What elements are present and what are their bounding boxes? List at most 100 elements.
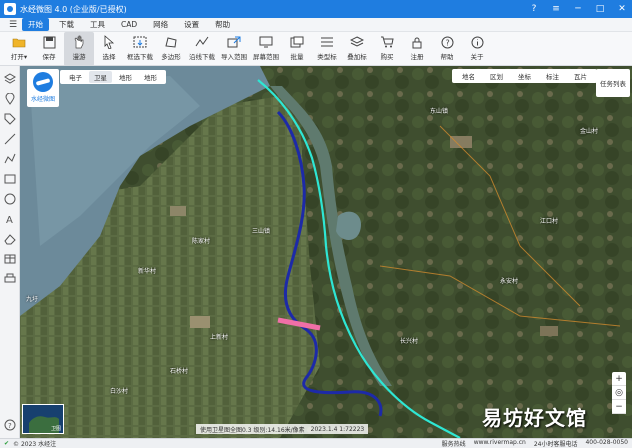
svg-text:?: ?	[8, 422, 12, 430]
zoom-in-button[interactable]: +	[612, 372, 626, 386]
type-button[interactable]: 类型标	[312, 32, 342, 66]
overlay-icon	[349, 35, 365, 49]
hamburger-icon[interactable]: ☰	[8, 20, 18, 30]
overlay-button[interactable]: 叠加标	[342, 32, 372, 66]
save-button[interactable]: 保存	[34, 32, 64, 66]
about-button[interactable]: 关于	[462, 32, 492, 66]
menu-download[interactable]: 下载	[53, 18, 80, 31]
import-icon	[226, 35, 242, 49]
menu-start[interactable]: 开始	[22, 18, 49, 31]
line-icon[interactable]	[3, 132, 17, 146]
rectangle-icon[interactable]	[3, 172, 17, 186]
maptype-electronic[interactable]: 电子	[64, 71, 87, 83]
folder-icon	[11, 35, 27, 49]
minimap-label: 卫图	[50, 426, 61, 432]
menu-settings[interactable]: 设置	[178, 18, 205, 31]
maptype-satellite[interactable]: 卫星	[89, 71, 112, 83]
place-label: 三山镇	[252, 228, 271, 235]
type-icon	[319, 35, 335, 49]
left-toolbar: A ?	[0, 66, 20, 438]
table-icon[interactable]	[3, 252, 17, 266]
place-label: 九圩	[26, 296, 39, 303]
scale-info: 使用卫星图全图0.3 级别:14.16米/像素 2023.1.4 1:72223	[196, 424, 369, 434]
help-icon: ?	[439, 35, 455, 49]
menu-help[interactable]: 帮助	[209, 18, 236, 31]
box-download-button[interactable]: 框选下载	[124, 32, 156, 66]
place-label: 上新村	[210, 334, 229, 341]
marker-icon[interactable]	[3, 92, 17, 106]
polyline-icon	[194, 35, 210, 49]
screen-range-label: 屏幕范围	[253, 53, 279, 61]
menu-tools[interactable]: 工具	[84, 18, 111, 31]
place-label: 白沙村	[110, 388, 129, 395]
tag-icon[interactable]	[3, 112, 17, 126]
maptype-terrain[interactable]: 地形	[114, 71, 137, 83]
polygon-button[interactable]: 多边形	[156, 32, 186, 66]
hand-icon	[71, 35, 87, 49]
type-label: 类型标	[317, 53, 337, 61]
watermark-text: 易坊好文馆	[482, 406, 587, 430]
select-button[interactable]: 选择	[94, 32, 124, 66]
import-range-button[interactable]: 导入范围	[218, 32, 250, 66]
maximize-icon[interactable]: □	[594, 4, 606, 14]
screen-range-button[interactable]: 屏幕范围	[250, 32, 282, 66]
logo-label: 水经微图	[30, 96, 55, 103]
menu-bar: ☰ 开始 下载 工具 CAD 网络 设置 帮助	[0, 18, 632, 32]
batch-button[interactable]: 批量	[282, 32, 312, 66]
coords-text: 2023.1.4 1:72223	[310, 425, 365, 433]
polyline-download-button[interactable]: 沿线下载	[186, 32, 218, 66]
layer-placenames[interactable]: 地名	[456, 70, 481, 82]
layer-coordinates[interactable]: 坐标	[512, 70, 537, 82]
eraser-icon[interactable]	[3, 232, 17, 246]
help-icon[interactable]: ?	[528, 4, 540, 14]
place-label: 江口村	[540, 218, 559, 225]
cart-icon	[379, 35, 395, 49]
maptype-relief[interactable]: 地形	[139, 71, 162, 83]
save-label: 保存	[42, 53, 56, 61]
polyline-download-label: 沿线下载	[189, 53, 215, 61]
map-type-switch: 电子 卫星 地形 地形	[60, 70, 166, 84]
place-label: 金山村	[580, 128, 599, 135]
place-label: 东山镇	[430, 108, 449, 115]
globe-icon	[33, 72, 53, 92]
box-download-label: 框选下载	[127, 53, 153, 61]
layer-switch: 地名 区划 坐标 标注 瓦片	[452, 69, 597, 83]
batch-label: 批量	[290, 53, 304, 61]
menu-cad[interactable]: CAD	[115, 19, 143, 30]
zoom-control: + ◎ −	[612, 372, 626, 414]
overlay-label: 叠加标	[347, 53, 367, 61]
window-controls: ? ≡ ─ □ ✕	[528, 4, 628, 14]
menu-icon[interactable]: ≡	[550, 4, 562, 14]
polygon-label: 多边形	[161, 53, 181, 61]
close-icon[interactable]: ✕	[616, 4, 628, 14]
overview-minimap[interactable]: 卫图	[22, 404, 64, 434]
polyline-draw-icon[interactable]	[3, 152, 17, 166]
register-button[interactable]: 注册	[402, 32, 432, 66]
layer-tiles[interactable]: 瓦片	[568, 70, 593, 82]
pan-label: 漫游	[72, 53, 86, 61]
layer-annotations[interactable]: 标注	[540, 70, 565, 82]
layers-icon[interactable]	[3, 72, 17, 86]
help-button[interactable]: ? 帮助	[432, 32, 462, 66]
open-button[interactable]: 打开▾	[4, 32, 34, 66]
print-icon[interactable]	[3, 272, 17, 286]
minimize-icon[interactable]: ─	[572, 4, 584, 14]
circle-icon[interactable]	[3, 192, 17, 206]
website-link[interactable]: www.rivermap.cn	[474, 439, 526, 448]
pan-button[interactable]: 漫游	[64, 32, 94, 66]
about-label: 关于	[470, 53, 484, 61]
task-list-button[interactable]: 任务列表	[596, 69, 630, 97]
zoom-out-button[interactable]: −	[612, 400, 626, 414]
app-logo: 水经微图	[27, 69, 59, 107]
menu-network[interactable]: 网络	[147, 18, 174, 31]
polygon-icon	[163, 35, 179, 49]
main-toolbar: 打开▾ 保存 漫游 选择 框选下载 多边形 沿线下载 导入范围 屏幕范围 批量 …	[0, 32, 632, 66]
layer-boundaries[interactable]: 区划	[484, 70, 509, 82]
question-icon[interactable]: ?	[3, 418, 17, 432]
text-icon[interactable]: A	[3, 212, 17, 226]
import-range-label: 导入范围	[221, 53, 247, 61]
buy-button[interactable]: 购买	[372, 32, 402, 66]
map-view[interactable]: 水经微图 电子 卫星 地形 地形 地名 区划 坐标 标注 瓦片 任务列表 三山镇…	[20, 66, 632, 438]
place-label: 石桥村	[170, 368, 189, 375]
compass-icon[interactable]: ◎	[612, 386, 626, 400]
